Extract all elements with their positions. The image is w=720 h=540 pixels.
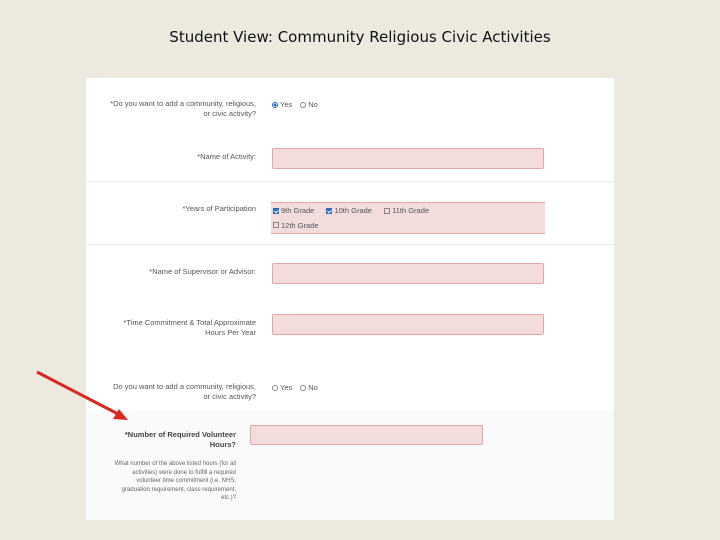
grade-9-checkbox[interactable]: 9th Grade — [273, 206, 314, 215]
volunteer-hours-label-line1: *Number of Required Volunteer — [124, 430, 236, 439]
grade-11-label: 11th Grade — [392, 206, 430, 215]
add-activity-radio-group: Yes No — [272, 100, 326, 109]
name-of-activity-input[interactable] — [272, 148, 544, 169]
add-activity-yes-option[interactable]: Yes — [272, 100, 292, 109]
form-screenshot: *Do you want to add a community, religio… — [86, 78, 614, 520]
add-another-yes-option[interactable]: Yes — [272, 383, 292, 392]
grade-10-checkbox[interactable]: 10th Grade — [326, 206, 372, 215]
volunteer-hours-label-line2: Hours? — [209, 440, 236, 449]
years-checkbox-group: 9th Grade 10th Grade 11th Grade 12th Gra… — [271, 202, 545, 234]
radio-selected-icon[interactable] — [272, 101, 278, 108]
time-commitment-label-line1: *Time Commitment & Total Approximate — [123, 318, 256, 327]
add-another-no-option[interactable]: No — [300, 383, 318, 392]
help-line: graduation requirement, class requiremen… — [121, 486, 236, 493]
grade-12-label: 12th Grade — [281, 220, 319, 230]
help-line: What number of the above listed hours (f… — [114, 461, 236, 467]
add-another-yes-label: Yes — [280, 383, 293, 392]
grade-12-checkbox[interactable]: 12th Grade — [273, 221, 319, 230]
volunteer-hours-label: *Number of Required Volunteer Hours? — [86, 430, 236, 450]
add-activity-no-label: No — [308, 100, 318, 109]
divider — [86, 244, 614, 245]
volunteer-hours-input[interactable] — [250, 425, 483, 445]
radio-icon[interactable] — [300, 384, 307, 391]
supervisor-label: *Name of Supervisor or Advisor: — [149, 267, 256, 276]
divider — [86, 181, 614, 182]
add-activity-question: *Do you want to add a community, religio… — [86, 99, 256, 119]
checkbox-icon[interactable] — [273, 222, 279, 228]
grade-9-label: 9th Grade — [281, 206, 315, 215]
radio-icon[interactable] — [300, 101, 307, 108]
time-commitment-input[interactable] — [272, 314, 544, 335]
grade-10-label: 10th Grade — [334, 206, 372, 215]
volunteer-hours-help-text: What number of the above listed hours (f… — [86, 460, 236, 503]
add-activity-question-line1: *Do you want to add a community, religio… — [110, 99, 256, 108]
checkbox-checked-icon[interactable] — [326, 207, 333, 214]
time-commitment-label-line2: Hours Per Year — [205, 328, 256, 337]
slide-title: Student View: Community Religious Civic … — [169, 28, 551, 46]
help-line: activities) were done to fulfill a requi… — [132, 469, 236, 476]
add-activity-question-line2: or civic activity? — [203, 109, 256, 118]
help-line: etc.)? — [220, 495, 236, 501]
checkbox-icon[interactable] — [384, 207, 391, 214]
supervisor-input[interactable] — [272, 263, 544, 284]
add-another-activity-question: Do you want to add a community, religiou… — [86, 382, 256, 402]
help-line: volunteer time commitment (i.e. NHS, — [136, 478, 236, 484]
years-of-participation-label: *Years of Participation — [182, 204, 256, 213]
add-another-question-line2: or civic activity? — [203, 392, 256, 401]
add-activity-yes-label: Yes — [280, 100, 293, 109]
add-another-radio-group: Yes No — [272, 383, 326, 392]
radio-icon[interactable] — [272, 384, 278, 391]
add-activity-no-option[interactable]: No — [300, 100, 318, 109]
grade-11-checkbox[interactable]: 11th Grade — [384, 206, 429, 215]
add-another-question-line1: Do you want to add a community, religiou… — [113, 382, 256, 391]
time-commitment-label: *Time Commitment & Total Approximate Hou… — [86, 318, 256, 338]
name-of-activity-label: *Name of Activity: — [197, 152, 256, 161]
checkbox-checked-icon[interactable] — [273, 207, 279, 214]
add-another-no-label: No — [308, 383, 318, 392]
